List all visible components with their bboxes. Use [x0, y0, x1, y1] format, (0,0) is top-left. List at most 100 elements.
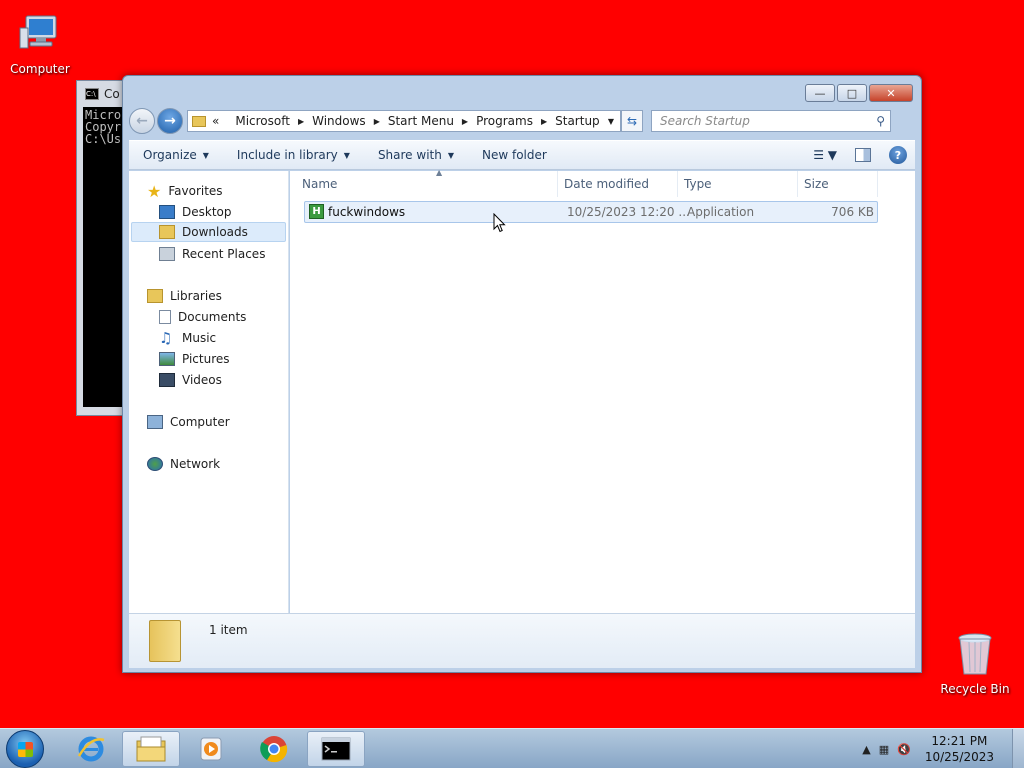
taskbar-chrome[interactable]	[245, 731, 303, 767]
taskbar-command-prompt[interactable]	[307, 731, 365, 767]
nav-label: Recent Places	[182, 247, 266, 261]
nav-label: Downloads	[182, 225, 248, 239]
breadcrumb-label: Windows	[312, 114, 366, 128]
desktop-icon-recycle-bin[interactable]: Recycle Bin	[937, 630, 1013, 696]
breadcrumb-item[interactable]: Windows ▶	[312, 114, 388, 128]
console-title: Co	[104, 87, 120, 101]
chevron-down-icon: ▼	[343, 150, 350, 160]
organize-button[interactable]: Organize ▼	[143, 148, 209, 162]
breadcrumb-item[interactable]: Startup	[555, 114, 600, 128]
taskbar-windows-explorer[interactable]	[122, 731, 180, 767]
chevron-right-icon[interactable]: ▶	[462, 117, 468, 126]
forward-arrow-icon: →	[164, 113, 176, 129]
refresh-button[interactable]: ⇆	[621, 110, 643, 132]
desktop-icon	[159, 205, 175, 219]
command-bar: Organize ▼ Include in library ▼ Share with…	[129, 140, 915, 170]
chevron-right-icon[interactable]: ▶	[374, 117, 380, 126]
tray-icons: ▲ ▦ 🔇	[862, 743, 911, 756]
nav-item-documents[interactable]: Documents	[159, 307, 246, 327]
network-icon	[147, 457, 163, 471]
show-hidden-icons-icon[interactable]: ▲	[862, 743, 870, 756]
organize-label: Organize	[143, 148, 197, 162]
explorer-window[interactable]: — □ ✕ ← → « Microsoft ▶ Windows ▶ Start Me…	[122, 75, 922, 673]
help-icon[interactable]: ?	[889, 146, 907, 164]
close-button[interactable]: ✕	[869, 84, 913, 102]
videos-icon	[159, 373, 175, 387]
nav-libraries[interactable]: Libraries	[147, 286, 222, 306]
preview-pane-icon[interactable]	[855, 148, 871, 162]
chevron-right-icon[interactable]: ▶	[298, 117, 304, 126]
chevron-right-icon[interactable]: ▶	[541, 117, 547, 126]
file-list[interactable]: ▲ Name Date modified Type Size H fuckwin…	[290, 168, 915, 613]
share-with-button[interactable]: Share with ▼	[378, 148, 454, 162]
folder-icon	[192, 115, 206, 127]
sort-ascending-icon: ▲	[436, 168, 443, 177]
breadcrumb-item[interactable]: Programs ▶	[476, 114, 555, 128]
folder-icon	[149, 620, 181, 662]
nav-computer[interactable]: Computer	[147, 412, 230, 432]
chevron-down-icon: ▼	[202, 150, 209, 160]
nav-item-pictures[interactable]: Pictures	[159, 349, 230, 369]
breadcrumb-item[interactable]: Microsoft ▶	[235, 114, 312, 128]
command-prompt-icon	[321, 737, 351, 761]
details-pane: 1 item	[129, 613, 915, 668]
column-label: Date modified	[564, 177, 650, 191]
desktop-icon-label: Recycle Bin	[940, 682, 1010, 696]
breadcrumb-overflow-label: «	[212, 114, 220, 128]
taskbar-media-player[interactable]	[182, 731, 240, 767]
include-in-library-button[interactable]: Include in library ▼	[237, 148, 350, 162]
pictures-icon	[159, 352, 175, 366]
computer-icon	[147, 415, 163, 429]
address-dropdown-icon[interactable]: ▼	[602, 117, 620, 126]
forward-button[interactable]: →	[157, 108, 183, 134]
clock[interactable]: 12:21 PM 10/25/2023	[925, 733, 994, 765]
share-with-label: Share with	[377, 148, 442, 162]
nav-favorites[interactable]: ★ Favorites	[147, 181, 223, 201]
clock-date: 10/25/2023	[924, 750, 994, 764]
maximize-button[interactable]: □	[837, 84, 867, 102]
search-icon[interactable]: ⚲	[876, 114, 885, 128]
column-label: Name	[302, 177, 338, 191]
address-bar[interactable]: « Microsoft ▶ Windows ▶ Start Menu ▶ Progra…	[187, 110, 621, 132]
volume-muted-icon[interactable]: 🔇	[897, 743, 911, 756]
column-header-type[interactable]: Type	[678, 171, 798, 197]
taskbar-internet-explorer[interactable]	[62, 731, 120, 767]
nav-item-videos[interactable]: Videos	[159, 370, 222, 390]
show-desktop-button[interactable]	[1012, 729, 1024, 768]
nav-item-music[interactable]: ♫ Music	[159, 328, 216, 348]
file-date-modified: 10/25/2023 12:20 ...	[567, 205, 690, 219]
file-row[interactable]: H fuckwindows 10/25/2023 12:20 ... Appli…	[304, 201, 878, 223]
back-arrow-icon: ←	[136, 113, 148, 129]
change-view-icon[interactable]: ☰ ▼	[813, 148, 837, 162]
back-button[interactable]: ←	[129, 108, 155, 134]
nav-item-recent-places[interactable]: Recent Places	[159, 244, 265, 264]
nav-item-desktop[interactable]: Desktop	[159, 202, 232, 222]
nav-label: Favorites	[168, 184, 223, 198]
column-header-date-modified[interactable]: Date modified	[558, 171, 678, 197]
nav-label: Network	[170, 457, 221, 471]
column-header-size[interactable]: Size	[798, 171, 878, 197]
breadcrumb-item[interactable]: Start Menu ▶	[388, 114, 476, 128]
navigation-pane: ★ Favorites Desktop Downloads Recent Pla…	[129, 171, 289, 613]
star-icon: ★	[147, 181, 162, 201]
system-tray: ▲ ▦ 🔇 12:21 PM 10/25/2023	[862, 729, 1024, 768]
nav-item-downloads[interactable]: Downloads	[131, 222, 286, 242]
new-folder-button[interactable]: New folder	[482, 148, 547, 162]
nav-label: Computer	[170, 415, 230, 429]
search-input[interactable]: Search Startup ⚲	[651, 110, 891, 132]
breadcrumb-label: Startup	[555, 114, 600, 128]
minimize-button[interactable]: —	[805, 84, 835, 102]
item-count: 1 item	[209, 623, 248, 637]
start-button[interactable]	[6, 730, 44, 768]
search-placeholder: Search Startup	[660, 114, 750, 128]
nav-label: Libraries	[170, 289, 222, 303]
refresh-icon: ⇆	[626, 114, 638, 128]
nav-network[interactable]: Network	[147, 454, 220, 474]
network-icon[interactable]: ▦	[879, 743, 889, 756]
desktop-icon-computer[interactable]: Computer	[2, 10, 78, 76]
documents-icon	[159, 310, 171, 324]
column-header-name[interactable]: ▲ Name	[296, 168, 558, 197]
navigation-bar: ← → « Microsoft ▶ Windows ▶ Start Menu ▶ Pr…	[129, 106, 915, 136]
breadcrumb-overflow[interactable]: «	[212, 114, 235, 128]
nav-label: Desktop	[182, 205, 232, 219]
